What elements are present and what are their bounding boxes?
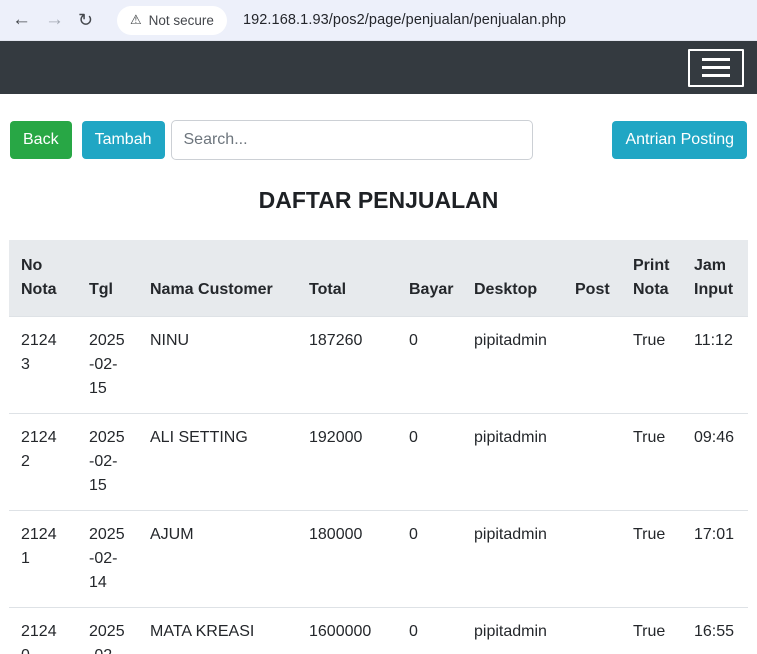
cell-no-nota: 21242 bbox=[9, 414, 77, 511]
cell-no-nota: 21241 bbox=[9, 511, 77, 608]
cell-bayar: 0 bbox=[397, 511, 462, 608]
cell-desktop: pipitadmin bbox=[462, 511, 563, 608]
action-bar: Back Tambah Antrian Posting bbox=[0, 120, 757, 160]
cell-jam-input: 09:46 bbox=[682, 414, 748, 511]
browser-toolbar: ← → ↻ ⚠ Not secure 192.168.1.93/pos2/pag… bbox=[0, 0, 757, 41]
col-nama-customer: Nama Customer bbox=[138, 240, 297, 317]
search-input[interactable] bbox=[171, 120, 533, 160]
col-total: Total bbox=[297, 240, 397, 317]
cell-print-nota: True bbox=[621, 608, 682, 654]
cell-total: 1600000 bbox=[297, 608, 397, 654]
col-post: Post bbox=[563, 240, 621, 317]
table-row[interactable]: 21242 2025-02-15 ALI SETTING 192000 0 pi… bbox=[9, 414, 748, 511]
address-bar[interactable]: ⚠ Not secure 192.168.1.93/pos2/page/penj… bbox=[117, 6, 566, 35]
warning-icon: ⚠ bbox=[130, 12, 142, 28]
col-jam-input: Jam Input bbox=[682, 240, 748, 317]
navbar bbox=[0, 41, 757, 94]
not-secure-chip[interactable]: ⚠ Not secure bbox=[117, 6, 227, 35]
cell-desktop: pipitadmin bbox=[462, 317, 563, 414]
cell-tgl: 2025-02-15 bbox=[77, 317, 138, 414]
col-print-nota: Print Nota bbox=[621, 240, 682, 317]
antrian-posting-button[interactable]: Antrian Posting bbox=[612, 121, 747, 159]
table-row[interactable]: 21241 2025-02-14 AJUM 180000 0 pipitadmi… bbox=[9, 511, 748, 608]
cell-post bbox=[563, 608, 621, 654]
browser-forward-icon[interactable]: → bbox=[45, 9, 78, 31]
cell-tgl: 2025-02-15 bbox=[77, 414, 138, 511]
not-secure-label: Not secure bbox=[149, 13, 214, 28]
cell-post bbox=[563, 414, 621, 511]
url-text[interactable]: 192.168.1.93/pos2/page/penjualan/penjual… bbox=[243, 12, 566, 28]
browser-reload-icon[interactable]: ↻ bbox=[78, 10, 111, 31]
page-title: DAFTAR PENJUALAN bbox=[0, 187, 757, 214]
cell-print-nota: True bbox=[621, 414, 682, 511]
cell-post bbox=[563, 511, 621, 608]
cell-nama-customer: MATA KREASI bbox=[138, 608, 297, 654]
cell-print-nota: True bbox=[621, 511, 682, 608]
menu-toggle-button[interactable] bbox=[688, 49, 744, 87]
cell-jam-input: 11:12 bbox=[682, 317, 748, 414]
cell-bayar: 0 bbox=[397, 414, 462, 511]
cell-bayar: 0 bbox=[397, 317, 462, 414]
app-window: ← → ↻ ⚠ Not secure 192.168.1.93/pos2/pag… bbox=[0, 0, 757, 654]
col-tgl: Tgl bbox=[77, 240, 138, 317]
cell-desktop: pipitadmin bbox=[462, 414, 563, 511]
cell-tgl: 2025-02-14 bbox=[77, 608, 138, 654]
browser-back-icon[interactable]: ← bbox=[12, 9, 45, 31]
menu-icon bbox=[702, 58, 730, 61]
cell-nama-customer: ALI SETTING bbox=[138, 414, 297, 511]
col-no-nota: No Nota bbox=[9, 240, 77, 317]
back-button[interactable]: Back bbox=[10, 121, 72, 159]
col-desktop: Desktop bbox=[462, 240, 563, 317]
cell-desktop: pipitadmin bbox=[462, 608, 563, 654]
table-row[interactable]: 21243 2025-02-15 NINU 187260 0 pipitadmi… bbox=[9, 317, 748, 414]
cell-total: 192000 bbox=[297, 414, 397, 511]
table-row[interactable]: 21240 2025-02-14 MATA KREASI 1600000 0 p… bbox=[9, 608, 748, 654]
cell-tgl: 2025-02-14 bbox=[77, 511, 138, 608]
cell-total: 187260 bbox=[297, 317, 397, 414]
cell-jam-input: 17:01 bbox=[682, 511, 748, 608]
cell-no-nota: 21243 bbox=[9, 317, 77, 414]
cell-nama-customer: AJUM bbox=[138, 511, 297, 608]
table-header-row: No Nota Tgl Nama Customer Total Bayar De… bbox=[9, 240, 748, 317]
cell-total: 180000 bbox=[297, 511, 397, 608]
tambah-button[interactable]: Tambah bbox=[82, 121, 165, 159]
col-bayar: Bayar bbox=[397, 240, 462, 317]
cell-print-nota: True bbox=[621, 317, 682, 414]
cell-post bbox=[563, 317, 621, 414]
penjualan-table: No Nota Tgl Nama Customer Total Bayar De… bbox=[9, 240, 748, 654]
cell-bayar: 0 bbox=[397, 608, 462, 654]
cell-nama-customer: NINU bbox=[138, 317, 297, 414]
cell-jam-input: 16:55 bbox=[682, 608, 748, 654]
cell-no-nota: 21240 bbox=[9, 608, 77, 654]
